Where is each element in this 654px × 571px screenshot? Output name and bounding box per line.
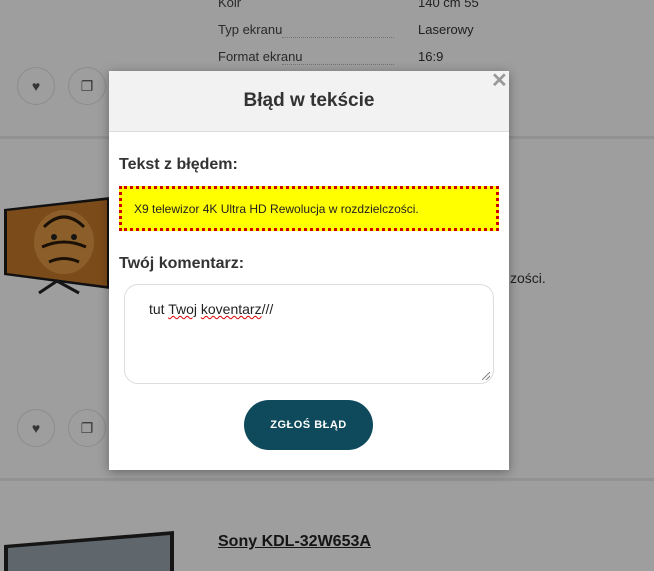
misspelled-word: koventarz — [200, 301, 262, 317]
dialog-header: Błąd w tekście — [109, 71, 509, 132]
misspelled-word: Twoj — [168, 301, 197, 317]
comment-text-word: /// — [261, 301, 274, 317]
report-error-button[interactable]: ZGŁOŚ BŁĄD — [244, 400, 373, 450]
comment-label: Twój komentarz: — [119, 255, 245, 272]
resize-grip[interactable] — [482, 372, 490, 380]
comment-text-word: tut — [149, 301, 169, 317]
error-text-label: Tekst z błędem: — [119, 156, 238, 173]
close-icon[interactable]: ✕ — [491, 71, 508, 91]
highlighted-error-text: X9 telewizor 4K Ultra HD Rewolucja w roz… — [119, 186, 499, 231]
comment-textarea[interactable]: tut Twoj koventarz/// — [124, 284, 494, 384]
error-report-dialog: Błąd w tekście ✕ Tekst z błędem: X9 tele… — [109, 71, 509, 470]
dialog-title: Błąd w tekście — [243, 90, 375, 111]
error-text: X9 telewizor 4K Ultra HD Rewolucja w roz… — [134, 201, 419, 216]
